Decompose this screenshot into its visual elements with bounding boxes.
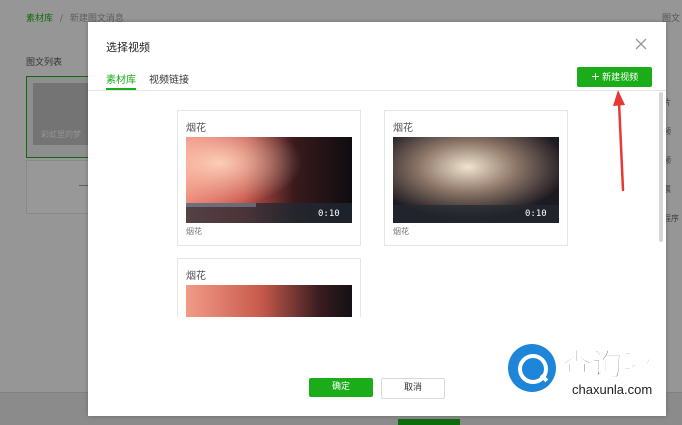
tab-material-library[interactable]: 素材库 <box>106 71 136 86</box>
video-caption: 烟花 <box>186 227 202 236</box>
video-title: 烟花 <box>393 123 413 134</box>
search-logo-icon <box>508 344 556 392</box>
new-video-button[interactable]: + 新建视频 <box>577 67 652 87</box>
video-duration: 0:10 <box>525 209 547 219</box>
watermark-cn: 查询啦 <box>562 348 653 384</box>
cancel-button[interactable]: 取消 <box>381 378 445 399</box>
video-card[interactable]: 烟花 0:10 烟花 <box>177 110 361 246</box>
plus-icon: + <box>590 70 601 83</box>
scrollbar[interactable] <box>659 92 663 242</box>
video-duration: 0:10 <box>318 209 340 219</box>
watermark-logo: 查询啦 chaxunla.com <box>508 340 678 410</box>
video-title: 烟花 <box>186 123 206 134</box>
new-video-label: 新建视频 <box>602 73 639 83</box>
confirm-button[interactable]: 确定 <box>309 378 373 397</box>
tab-video-link[interactable]: 视频链接 <box>149 71 189 86</box>
watermark-en: chaxunla.com <box>572 382 653 397</box>
video-title: 烟花 <box>186 271 206 282</box>
close-icon[interactable] <box>633 36 649 52</box>
video-card[interactable]: 烟花 0:10 烟花 <box>384 110 568 246</box>
video-caption: 烟花 <box>393 227 409 236</box>
video-card[interactable]: 烟花 <box>177 258 361 317</box>
tabs-divider <box>88 90 666 91</box>
video-thumbnail <box>186 285 352 317</box>
dialog-title: 选择视频 <box>106 41 150 54</box>
